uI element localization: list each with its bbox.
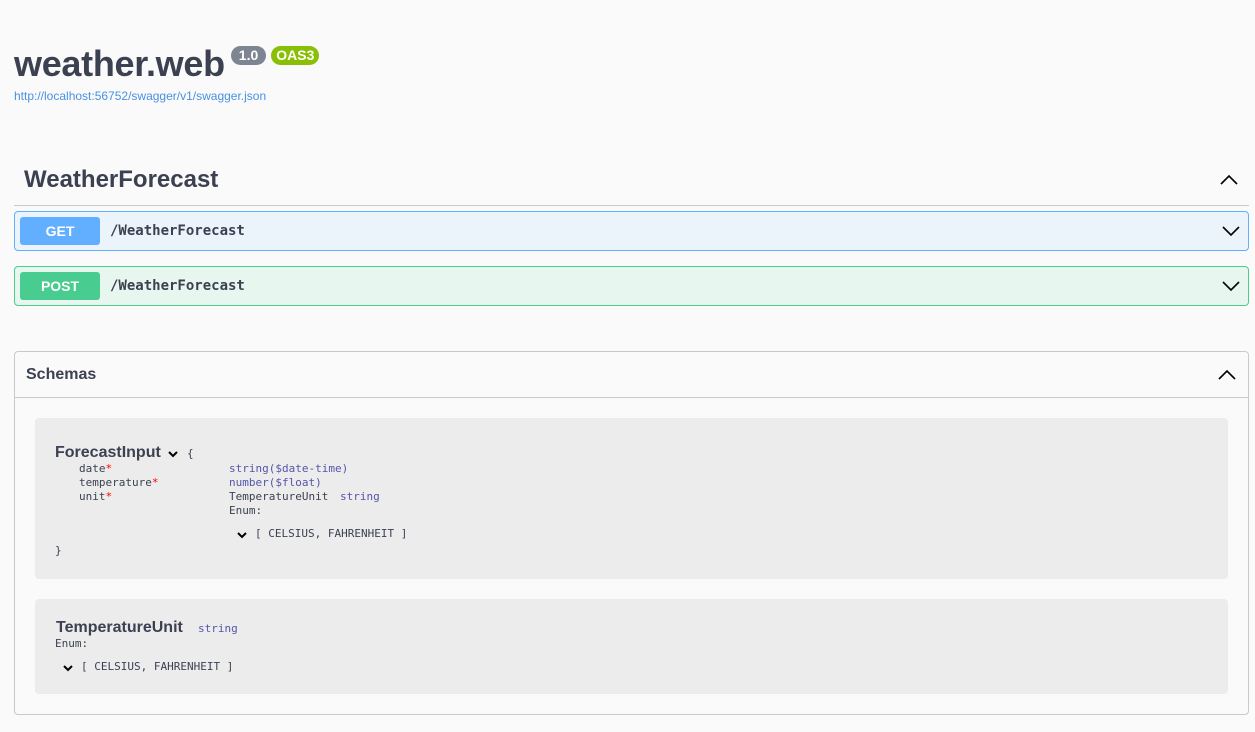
property-type-ref[interactable]: TemperatureUnit — [229, 490, 328, 503]
chevron-down-icon[interactable] — [167, 447, 179, 465]
model-type: string — [198, 622, 238, 635]
enum-values: [ CELSIUS, FAHRENHEIT ] — [255, 527, 408, 540]
version-badge: 1.0 — [230, 46, 267, 65]
property-name: temperature* — [79, 476, 159, 489]
property-name: unit* — [79, 490, 113, 503]
property-type: string($date-time) — [229, 462, 349, 475]
close-brace: } — [55, 544, 62, 557]
chevron-down-icon[interactable] — [1221, 221, 1241, 241]
oas-badge: OAS3 — [271, 46, 320, 65]
enum-label: Enum: — [55, 637, 89, 650]
property-name: date* — [79, 462, 113, 475]
model-name[interactable]: TemperatureUnit — [56, 619, 183, 637]
schemas-section: Schemas ForecastInput { date* string($da… — [14, 351, 1249, 715]
method-badge-get: GET — [20, 217, 100, 245]
chevron-up-icon[interactable] — [1219, 170, 1239, 190]
model-name[interactable]: ForecastInput — [55, 444, 161, 462]
enum-values: [ CELSIUS, FAHRENHEIT ] — [81, 660, 234, 673]
enum-label: Enum: — [229, 504, 263, 517]
open-brace: { — [187, 447, 194, 460]
chevron-down-icon[interactable] — [62, 661, 74, 679]
operation-path: /WeatherForecast — [110, 223, 245, 239]
api-info: weather.web 1.0 OAS3 http://localhost:56… — [14, 42, 320, 103]
chevron-up-icon[interactable] — [1217, 365, 1237, 385]
operation-path: /WeatherForecast — [110, 278, 245, 294]
chevron-down-icon[interactable] — [236, 528, 248, 546]
swagger-json-link[interactable]: http://localhost:56752/swagger/v1/swagge… — [14, 89, 319, 103]
property-type: number($float) — [229, 476, 322, 489]
tag-section-header[interactable]: WeatherForecast — [14, 154, 1249, 206]
operation-post[interactable]: POST /WeatherForecast — [14, 266, 1249, 306]
operation-get[interactable]: GET /WeatherForecast — [14, 211, 1249, 251]
model-forecast-input: ForecastInput { date* string($date-time)… — [35, 418, 1228, 579]
chevron-down-icon[interactable] — [1221, 276, 1241, 296]
method-badge-post: POST — [20, 272, 100, 300]
model-temperature-unit: TemperatureUnit string Enum: [ CELSIUS, … — [35, 599, 1228, 694]
property-type: string — [340, 490, 380, 503]
tag-title: WeatherForecast — [24, 165, 219, 193]
schemas-header[interactable]: Schemas — [15, 352, 1248, 398]
schemas-title: Schemas — [26, 365, 97, 383]
api-title: weather.web — [14, 43, 225, 84]
